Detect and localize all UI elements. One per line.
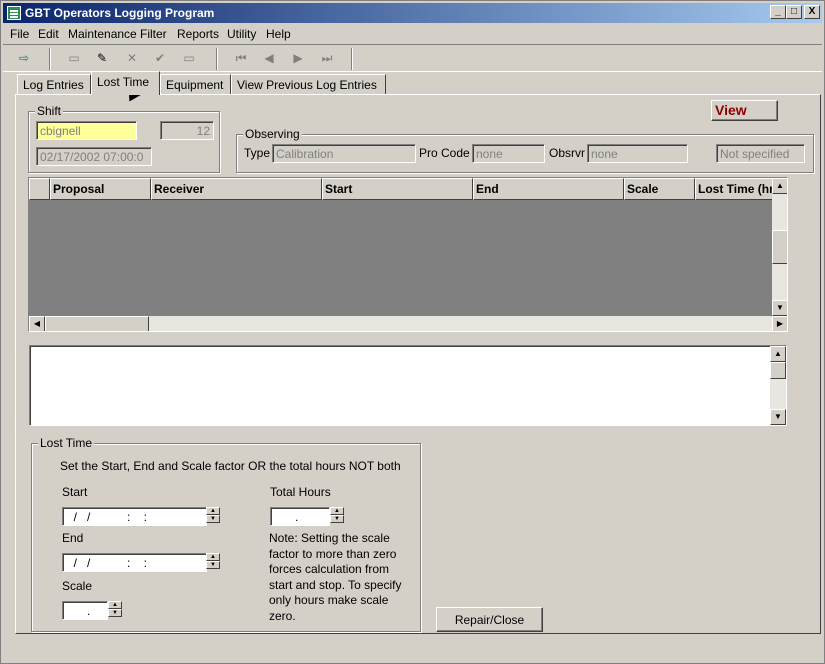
scroll-right-icon[interactable]: ▶ [772,316,787,331]
toolbar-separator [216,48,218,70]
grid-header-proposal[interactable]: Proposal [50,178,151,200]
scale-note-line: zero. [269,608,296,623]
type-field[interactable]: Calibration [272,144,416,163]
shift-datetime-field[interactable]: 02/17/2002 07:00:0 [36,147,152,166]
scroll-left-icon[interactable]: ◀ [29,316,45,331]
operator-field[interactable]: cbignell [36,121,137,140]
menu-maintenance[interactable]: Maintenance [68,27,137,41]
first-record-icon[interactable]: ⏮ [232,50,250,66]
menu-bar: File Edit Maintenance Filter Reports Uti… [3,24,822,42]
start-spinner[interactable]: ▲ ▼ [206,507,220,524]
end-spinner[interactable]: ▲ ▼ [206,553,220,570]
window-title: GBT Operators Logging Program [25,6,215,20]
spin-up-icon[interactable]: ▲ [330,507,344,515]
grid-header-start[interactable]: Start [322,178,473,200]
observing-group-label: Observing [243,127,302,141]
start-label: Start [62,485,88,499]
grid-header-receiver[interactable]: Receiver [151,178,322,200]
spin-up-icon[interactable]: ▲ [108,601,122,609]
tab-lost-time[interactable]: Lost Time [91,71,160,95]
lost-time-grid[interactable]: Proposal Receiver Start End Scale Lost T… [28,177,788,332]
spin-down-icon[interactable]: ▼ [206,561,220,569]
total-hours-label: Total Hours [270,485,331,499]
toolbar-separator [351,48,353,70]
notes-vscroll-thumb[interactable] [770,362,786,379]
total-hours-spinner[interactable]: ▲ ▼ [330,507,344,524]
repair-close-button[interactable]: Repair/Close [436,607,543,632]
spin-down-icon[interactable]: ▼ [330,515,344,523]
scroll-up-icon[interactable]: ▲ [772,178,787,194]
scale-spinner[interactable]: ▲ ▼ [108,601,122,618]
next-record-icon[interactable]: ▶ [289,50,307,66]
app-icon [7,6,21,20]
toolbar-separator [49,48,51,70]
grid-header-end[interactable]: End [473,178,624,200]
spin-down-icon[interactable]: ▼ [206,515,220,523]
menu-utility[interactable]: Utility [227,27,256,41]
grid-row-selector-header [29,178,50,200]
add-record-icon[interactable]: ▭ [65,50,83,66]
tab-view-previous-log-entries[interactable]: View Previous Log Entries [231,74,386,94]
procode-label: Pro Code [419,146,470,160]
toolbar: ⇨ ▭ ✎ ✕ ✔ ▭ ⏮ ◀ ▶ ⏭ [3,44,822,72]
spin-up-icon[interactable]: ▲ [206,507,220,515]
scale-note-line: start and stop. To specify [269,577,402,592]
close-button[interactable]: X [804,5,820,19]
shift-group-label: Shift [35,104,64,118]
cancel-record-icon[interactable]: ▭ [180,50,198,66]
procode-field[interactable]: none [472,144,545,163]
prev-record-icon[interactable]: ◀ [260,50,278,66]
scale-note-line: only hours make scale [269,593,389,607]
save-record-icon[interactable]: ✔ [151,50,169,66]
menu-file[interactable]: File [10,27,29,41]
title-bar: GBT Operators Logging Program _ □ X [3,3,822,23]
scroll-up-icon[interactable]: ▲ [770,346,786,362]
menu-filter[interactable]: Filter [140,27,167,41]
repair-close-label: Repair/Close [454,613,525,627]
minimize-button[interactable]: _ [770,5,786,19]
start-datetime-input[interactable]: / / : : [62,507,207,526]
scale-note-line: Note: Setting the scale [269,531,390,545]
scale-note: Note: Setting the scale factor to more t… [269,531,402,624]
observing-status-field[interactable]: Not specified [716,144,805,163]
view-button[interactable]: View [711,100,778,121]
notes-vertical-scrollbar[interactable]: ▲ ▼ [770,346,786,425]
observer-field[interactable]: none [587,144,688,163]
spin-down-icon[interactable]: ▼ [108,609,122,617]
end-datetime-input[interactable]: / / : : [62,553,207,572]
total-hours-input[interactable]: . [270,507,330,526]
scale-note-line: factor to more than zero [269,546,397,561]
lost-time-instruction: Set the Start, End and Scale factor OR t… [60,459,401,473]
scale-label: Scale [62,579,93,593]
last-record-icon[interactable]: ⏭ [318,50,336,66]
maximize-button[interactable]: □ [786,5,802,19]
menu-reports[interactable]: Reports [177,27,219,41]
type-label: Type [244,146,271,160]
observer-label: Obsrvr [549,146,585,160]
exit-icon[interactable]: ⇨ [15,50,33,66]
shift-number-field[interactable]: 12 [160,121,214,140]
delete-record-icon[interactable]: ✕ [123,50,141,66]
grid-horizontal-scrollbar[interactable]: ◀ ▶ [29,316,787,331]
grid-header-scale[interactable]: Scale [624,178,695,200]
app-window: GBT Operators Logging Program _ □ X File… [0,0,825,664]
end-label: End [62,531,84,545]
notes-textarea[interactable]: ▲ ▼ [29,345,787,426]
scroll-down-icon[interactable]: ▼ [772,300,787,316]
scroll-down-icon[interactable]: ▼ [770,409,786,425]
tab-equipment[interactable]: Equipment [160,74,231,94]
grid-vscroll-thumb[interactable] [772,230,787,264]
scale-input[interactable]: . [62,601,108,620]
tab-log-entries[interactable]: Log Entries [17,74,91,94]
menu-edit[interactable]: Edit [38,27,59,41]
lost-time-group-label: Lost Time [38,436,95,450]
grid-vertical-scrollbar[interactable]: ▲ ▼ [772,178,787,316]
grid-header-lost-time[interactable]: Lost Time (hr [695,178,773,200]
edit-record-icon[interactable]: ✎ [93,50,111,66]
menu-help[interactable]: Help [266,27,291,41]
grid-hscroll-thumb[interactable] [45,316,149,331]
scale-note-line: forces calculation from [269,562,390,576]
spin-up-icon[interactable]: ▲ [206,553,220,561]
